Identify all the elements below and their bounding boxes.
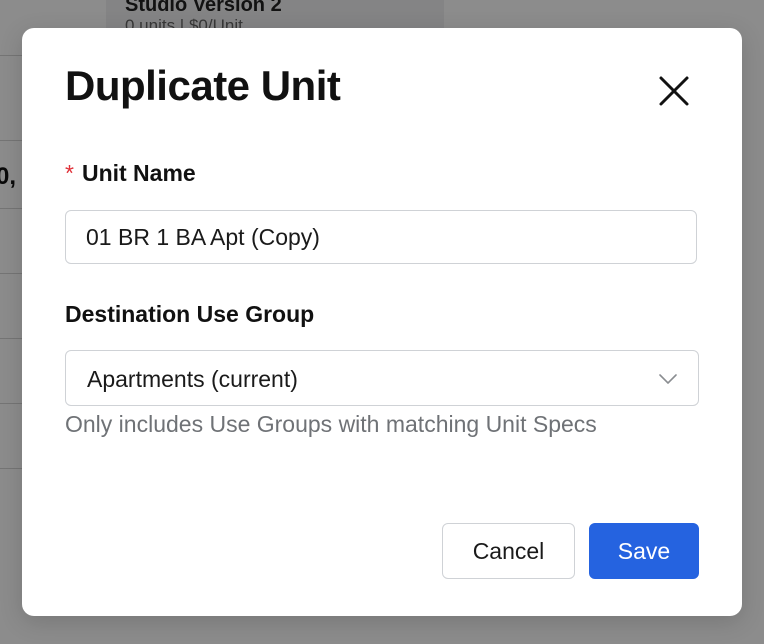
close-icon [659,76,689,106]
save-button[interactable]: Save [589,523,699,579]
dialog-title: Duplicate Unit [65,62,341,109]
unit-name-input[interactable] [65,210,697,264]
required-marker: * [65,160,74,186]
use-group-help-text: Only includes Use Groups with matching U… [65,411,597,437]
chevron-down-icon [659,374,677,384]
unit-name-label-text: Unit Name [81,160,196,186]
duplicate-unit-dialog: Duplicate Unit * Unit Name Destination Us… [22,28,742,616]
cancel-button[interactable]: Cancel [442,523,575,579]
destination-use-group-select[interactable]: Apartments (current) [65,350,699,406]
close-button[interactable] [654,71,694,111]
selected-use-group: Apartments (current) [87,366,298,392]
destination-use-group-label: Destination Use Group [65,301,315,327]
unit-name-label: * Unit Name [65,160,196,187]
